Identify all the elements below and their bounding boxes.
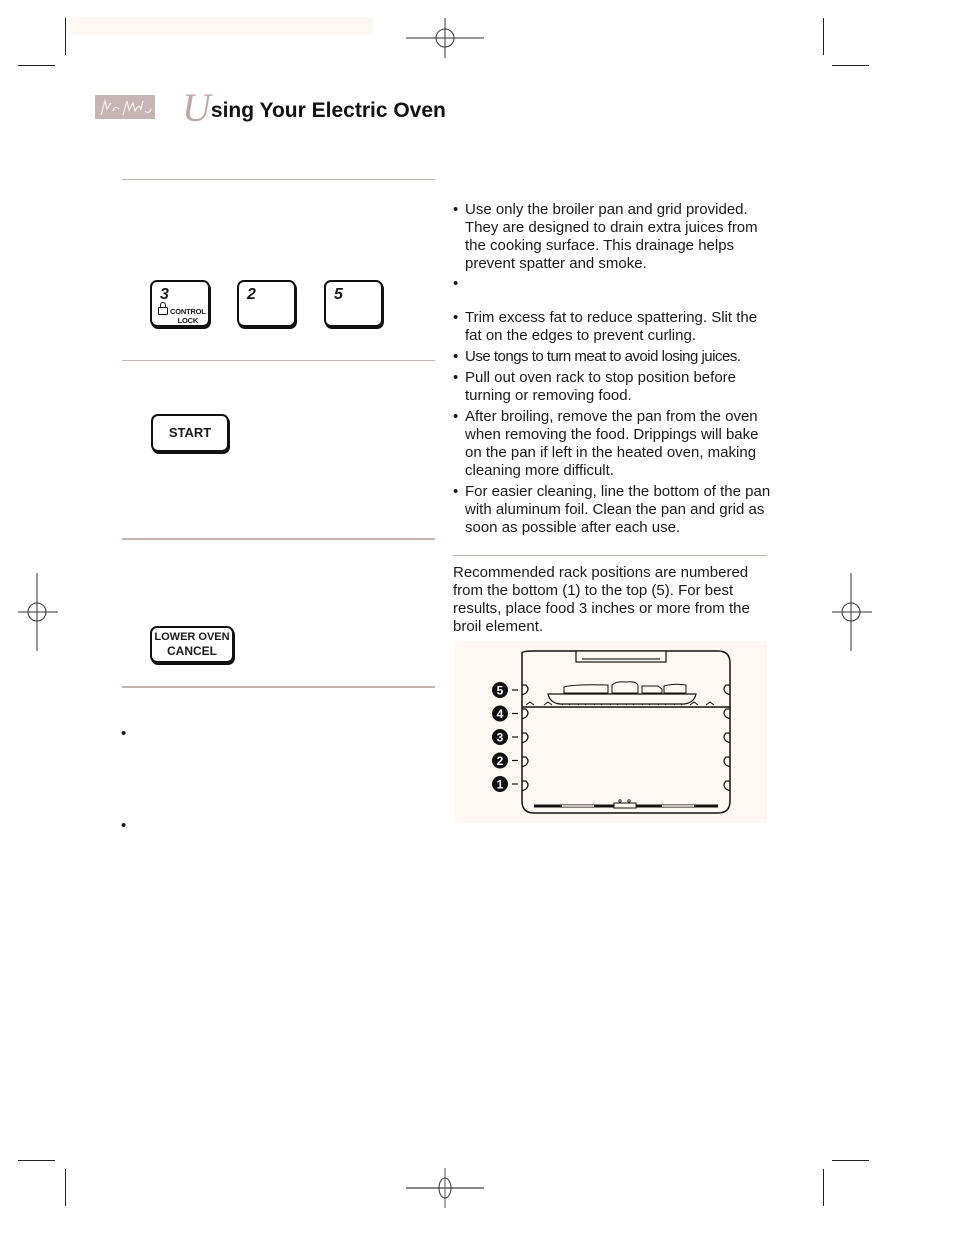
cancel-label-line2: CANCEL <box>167 644 217 658</box>
key-2[interactable]: 2 <box>237 280 296 327</box>
crop-mark <box>832 65 869 66</box>
list-item: • After broiling, remove the pan from the… <box>453 408 759 479</box>
broiling-tips-list: • Use only the broiler pan and grid provi… <box>453 201 773 537</box>
rack-positions-paragraph: Recommended rack positions are numbered … <box>453 564 750 635</box>
section-divider <box>453 555 767 556</box>
broil-element <box>575 650 667 663</box>
broiler-pan <box>547 693 697 705</box>
title-initial: U <box>182 85 211 130</box>
section-divider <box>122 686 435 688</box>
lower-oven-cancel-button[interactable]: LOWER OVEN CANCEL <box>150 626 234 663</box>
list-item: • Trim excess fat to reduce spattering. S… <box>453 309 758 344</box>
key-3-control-lock[interactable]: 3 CONTROL LOCK <box>150 280 210 327</box>
crop-mark <box>18 1160 55 1161</box>
rack-position-label: 3 <box>497 731 504 745</box>
rack-position-label: 4 <box>497 707 504 721</box>
title-text: sing Your Electric Oven <box>210 99 446 122</box>
start-button[interactable]: START <box>151 414 229 452</box>
list-item: • Pull out oven rack to stop position bef… <box>453 369 736 404</box>
crop-mark <box>65 18 66 55</box>
section-divider <box>122 179 435 180</box>
oven-rack-diagram: 5 4 3 2 1 <box>492 650 731 814</box>
list-item: • Use only the broiler pan and grid provi… <box>453 201 758 272</box>
start-label: START <box>168 425 212 440</box>
oven-cavity-outline <box>521 650 731 814</box>
crop-mark <box>65 1169 66 1206</box>
page-title: U sing Your Electric Oven <box>182 88 446 128</box>
header-band <box>70 17 373 35</box>
registration-mark-right <box>832 573 872 651</box>
list-item: • <box>453 275 459 292</box>
rack-position-label: 1 <box>497 778 504 792</box>
rack-position-label: 5 <box>497 684 504 698</box>
key-sublabel: CONTROL LOCK <box>170 307 206 325</box>
cancel-label-line1: LOWER OVEN <box>154 631 230 643</box>
registration-mark-left <box>18 573 58 651</box>
registration-mark-top <box>406 18 484 58</box>
crop-mark <box>832 1160 869 1161</box>
rack-position-label: 2 <box>497 754 504 768</box>
crop-mark <box>18 65 55 66</box>
crop-mark <box>823 18 824 55</box>
key-5[interactable]: 5 <box>324 280 383 327</box>
list-item: • For easier cleaning, line the bottom of… <box>453 483 771 536</box>
section-divider <box>122 538 435 540</box>
rack-supports-right <box>723 684 731 792</box>
list-item: • Use tongs to turn meat to avoid losing … <box>453 348 741 365</box>
crop-mark <box>823 1169 824 1206</box>
key-number: 5 <box>334 286 343 303</box>
key-number: 2 <box>247 286 256 303</box>
list-bullet: • <box>121 817 127 834</box>
section-divider <box>122 360 435 361</box>
rack-supports-left <box>521 684 529 792</box>
lock-icon <box>158 302 168 315</box>
food-on-pan <box>563 681 687 694</box>
list-bullet: • <box>121 725 127 742</box>
bake-element <box>534 799 718 809</box>
registration-mark-bottom <box>406 1168 484 1208</box>
signature-logo-icon <box>95 95 155 119</box>
